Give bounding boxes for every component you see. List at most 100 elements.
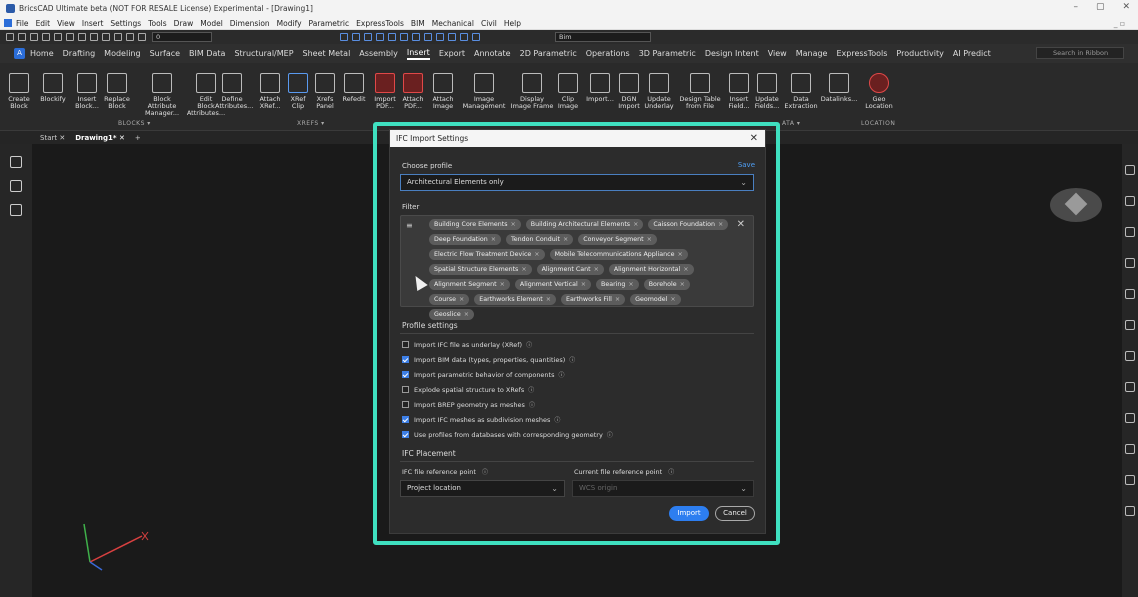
maximize-icon[interactable]: ▢ (1096, 2, 1105, 12)
panel-3-icon[interactable] (1125, 227, 1135, 237)
filter-box[interactable]: ≡ ✕ Building Core Elements × Building Arc… (400, 215, 754, 320)
save-profile-link[interactable]: Save (738, 161, 755, 169)
panel-6-icon[interactable] (1125, 320, 1135, 330)
attach-pdf-button[interactable]: Attach PDF... (396, 73, 430, 110)
tab-view[interactable]: View (768, 49, 787, 58)
filter-chip[interactable]: Alignment Vertical × (514, 279, 592, 290)
bim-tool-5-icon[interactable] (388, 33, 396, 41)
ribbon-search-input[interactable]: Search in Ribbon (1036, 47, 1124, 59)
paste-icon[interactable] (78, 33, 86, 41)
panel-2-icon[interactable] (1125, 196, 1135, 206)
group-blocks[interactable]: BLOCKS ▾ (118, 120, 151, 127)
filter-chip[interactable]: Alignment Segment × (429, 279, 510, 290)
panel-12-icon[interactable] (1125, 506, 1135, 516)
image-management-button[interactable]: Image Management (462, 73, 506, 110)
panel-8-icon[interactable] (1125, 382, 1135, 392)
group-xrefs[interactable]: XREFS ▾ (297, 120, 325, 127)
menu-view[interactable]: View (57, 19, 75, 28)
filter-chip[interactable]: Bearing × (596, 279, 639, 290)
panel-10-icon[interactable] (1125, 444, 1135, 454)
tab-design-intent[interactable]: Design Intent (705, 49, 759, 58)
tab-3d-parametric[interactable]: 3D Parametric (639, 49, 696, 58)
bim-tool-7-icon[interactable] (412, 33, 420, 41)
bim-tool-11-icon[interactable] (460, 33, 468, 41)
create-block-button[interactable]: Create Block (2, 73, 36, 110)
checkbox[interactable] (402, 341, 409, 348)
layer-bulb-icon[interactable] (114, 33, 122, 41)
menu-dimension[interactable]: Dimension (230, 19, 270, 28)
structure-icon[interactable] (10, 180, 22, 192)
bim-tool-8-icon[interactable] (424, 33, 432, 41)
filter-chip[interactable]: Spatial Structure Elements × (429, 264, 532, 275)
filter-chip[interactable]: Building Architectural Elements × (525, 219, 644, 230)
application-button-icon[interactable]: A (14, 48, 25, 59)
undo-icon[interactable] (90, 33, 98, 41)
define-attributes-button[interactable]: Define Attributes... (215, 73, 253, 110)
menubar-window-controls[interactable]: _ ▫ (1114, 19, 1125, 28)
tab-expresstools[interactable]: ExpressTools (836, 49, 887, 58)
design-table-from-file-button[interactable]: Design Table from File (678, 73, 722, 110)
panel-7-icon[interactable] (1125, 351, 1135, 361)
tab-operations[interactable]: Operations (586, 49, 630, 58)
new-tab-plus-icon[interactable]: + (135, 134, 141, 142)
blockify-button[interactable]: Blockify (36, 73, 70, 103)
panel-4-icon[interactable] (1125, 258, 1135, 268)
save-icon[interactable] (30, 33, 38, 41)
filter-chip[interactable]: Earthworks Fill × (561, 294, 626, 305)
checkbox[interactable] (402, 371, 409, 378)
filter-chip[interactable]: Alignment Horizontal × (608, 264, 694, 275)
filter-chip[interactable]: Conveyor Segment × (578, 234, 657, 245)
tab-sheet-metal[interactable]: Sheet Metal (303, 49, 351, 58)
checkbox[interactable] (402, 416, 409, 423)
doc-tab-drawing1[interactable]: Drawing1* ✕ (75, 134, 125, 142)
components-icon[interactable] (10, 204, 22, 216)
bim-tool-6-icon[interactable] (400, 33, 408, 41)
option-underlay-xref[interactable]: Import IFC file as underlay (XRef) ⓘ (402, 340, 532, 349)
profile-select[interactable]: Architectural Elements only ⌄ (400, 174, 754, 191)
layer-select[interactable]: 0 (152, 32, 212, 42)
filter-chip[interactable]: Mobile Telecommunications Appliance × (549, 249, 688, 260)
filter-chip[interactable]: Caisson Foundation × (648, 219, 729, 230)
viewcube[interactable] (1050, 188, 1102, 222)
redo-icon[interactable] (102, 33, 110, 41)
filter-chip[interactable]: Alignment Cant × (536, 264, 604, 275)
display-image-frame-button[interactable]: Display Image Frame (510, 73, 554, 110)
new-icon[interactable] (6, 33, 14, 41)
tab-drafting[interactable]: Drafting (63, 49, 96, 58)
filter-chip[interactable]: Deep Foundation × (429, 234, 502, 245)
checkbox[interactable] (402, 431, 409, 438)
tab-2d-parametric[interactable]: 2D Parametric (520, 49, 577, 58)
bim-tool-12-icon[interactable] (472, 33, 480, 41)
bim-tool-9-icon[interactable] (436, 33, 444, 41)
filter-chip[interactable]: Geomodel × (630, 294, 681, 305)
menu-insert[interactable]: Insert (82, 19, 104, 28)
bim-tool-10-icon[interactable] (448, 33, 456, 41)
doc-tab-start[interactable]: Start ✕ (40, 134, 65, 142)
home-icon[interactable] (10, 156, 22, 168)
dgn-import-button[interactable]: DGN Import (612, 73, 646, 110)
tab-export[interactable]: Export (439, 49, 465, 58)
clip-image-button[interactable]: Clip Image (551, 73, 585, 110)
menu-bim[interactable]: BIM (411, 19, 425, 28)
filter-chip[interactable]: Building Core Elements × (429, 219, 521, 230)
menu-settings[interactable]: Settings (110, 19, 141, 28)
group-data[interactable]: ATA ▾ (782, 120, 800, 127)
menu-draw[interactable]: Draw (174, 19, 194, 28)
filter-chip[interactable]: Electric Flow Treatment Device × (429, 249, 545, 260)
bim-tool-4-icon[interactable] (376, 33, 384, 41)
replace-block-button[interactable]: Replace Block (100, 73, 134, 110)
tab-manage[interactable]: Manage (796, 49, 828, 58)
open-icon[interactable] (18, 33, 26, 41)
tab-modeling[interactable]: Modeling (104, 49, 140, 58)
filter-chip[interactable]: Geoslice × (429, 309, 475, 320)
tab-productivity[interactable]: Productivity (896, 49, 943, 58)
close-window-icon[interactable]: ✕ (1122, 2, 1130, 12)
insert-block-button[interactable]: Insert Block... (70, 73, 104, 110)
datalinks-button[interactable]: Datalinks... (820, 73, 858, 103)
bim-select[interactable]: Bim (555, 32, 651, 42)
cancel-button[interactable]: Cancel (715, 506, 755, 521)
checkbox[interactable] (402, 386, 409, 393)
checkbox[interactable] (402, 356, 409, 363)
layer-sun-icon[interactable] (126, 33, 134, 41)
update-fields-button[interactable]: Update Fields... (750, 73, 784, 110)
